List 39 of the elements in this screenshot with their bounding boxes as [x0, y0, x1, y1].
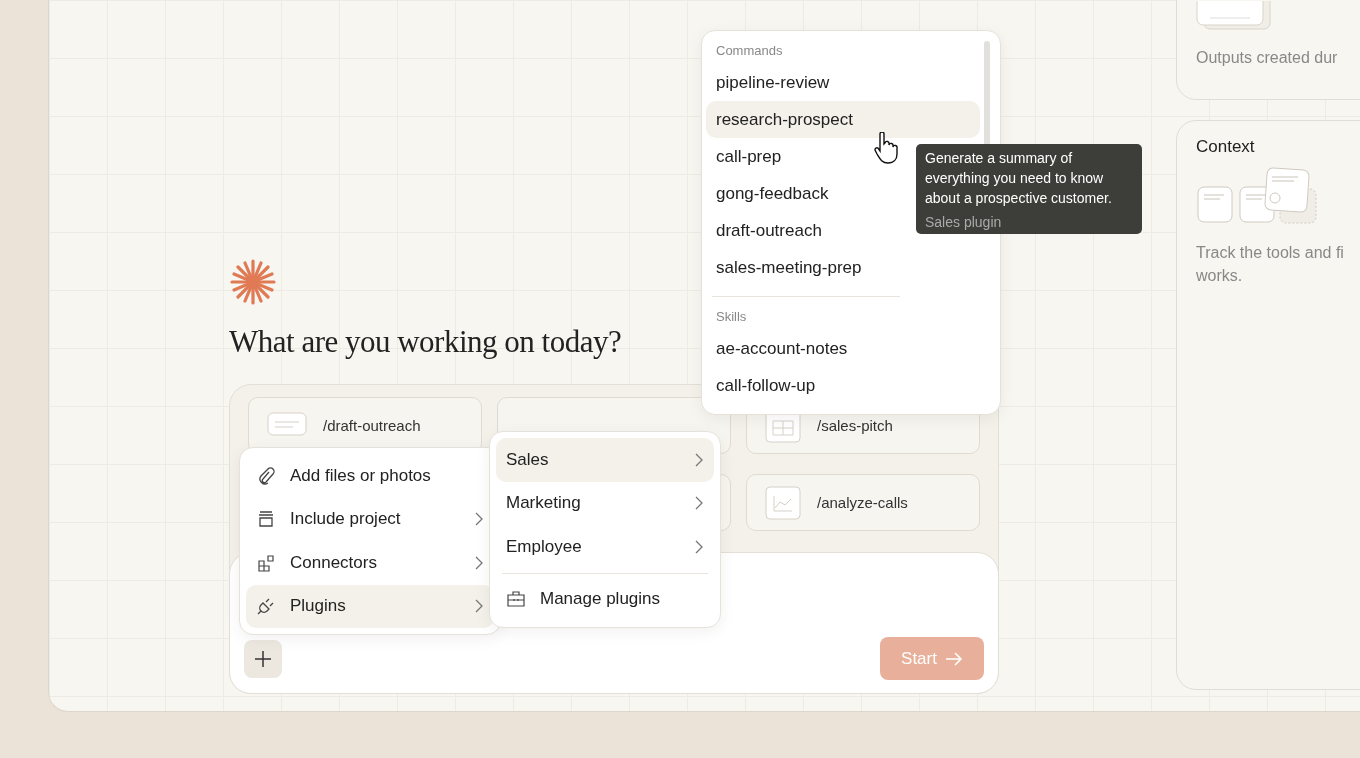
command-item[interactable]: pipeline-review	[706, 64, 980, 101]
chevron-right-icon	[474, 554, 484, 571]
line-chart-icon	[765, 485, 801, 520]
context-title: Context	[1196, 137, 1256, 157]
briefcase-icon	[506, 589, 526, 610]
menu-item[interactable]: Plugins	[246, 584, 494, 628]
tooltip-source: Sales plugin	[925, 214, 1003, 230]
asterisk-logo-icon	[229, 258, 277, 306]
chevron-right-icon	[474, 598, 484, 615]
blocks-icon	[256, 552, 276, 573]
section-title: Skills	[715, 308, 748, 326]
context-description: Track the tools and fi	[1196, 243, 1345, 263]
context-description: works.	[1196, 266, 1244, 286]
chevron-right-icon	[474, 511, 484, 528]
chevron-right-icon	[694, 495, 704, 512]
suggestion-label: /sales-pitch	[817, 417, 893, 434]
paperclip-icon	[256, 465, 276, 486]
suggestion-label: /draft-outreach	[323, 417, 421, 434]
suggestion-label: /analyze-calls	[817, 494, 908, 511]
arrow-right-icon	[944, 651, 963, 666]
tooltip-text: Generate a summary of everything you need to know about a prospective customer.	[925, 149, 1113, 208]
tray-icon	[256, 509, 276, 530]
command-item[interactable]: ae-account-notes	[706, 330, 980, 367]
suggestion-card[interactable]: /analyze-calls	[746, 474, 980, 531]
section-title: Commands	[715, 42, 784, 60]
menu-item[interactable]: Marketing	[496, 481, 714, 525]
menu-item[interactable]: Manage plugins	[496, 577, 714, 621]
outputs-description: Outputs created dur	[1196, 49, 1339, 67]
chevron-right-icon	[694, 451, 704, 468]
hand-pointer-icon	[872, 132, 898, 164]
add-button[interactable]	[244, 639, 282, 678]
command-item[interactable]: research-prospect	[706, 101, 980, 138]
page-heading: What are you working on today?	[229, 324, 622, 360]
plug-icon	[256, 596, 276, 617]
chevron-right-icon	[694, 538, 704, 555]
plus-icon	[253, 648, 273, 669]
menu-item[interactable]: Employee	[496, 525, 714, 569]
command-item[interactable]: sales-meeting-prep	[706, 249, 980, 286]
menu-item[interactable]: Sales	[496, 438, 714, 482]
